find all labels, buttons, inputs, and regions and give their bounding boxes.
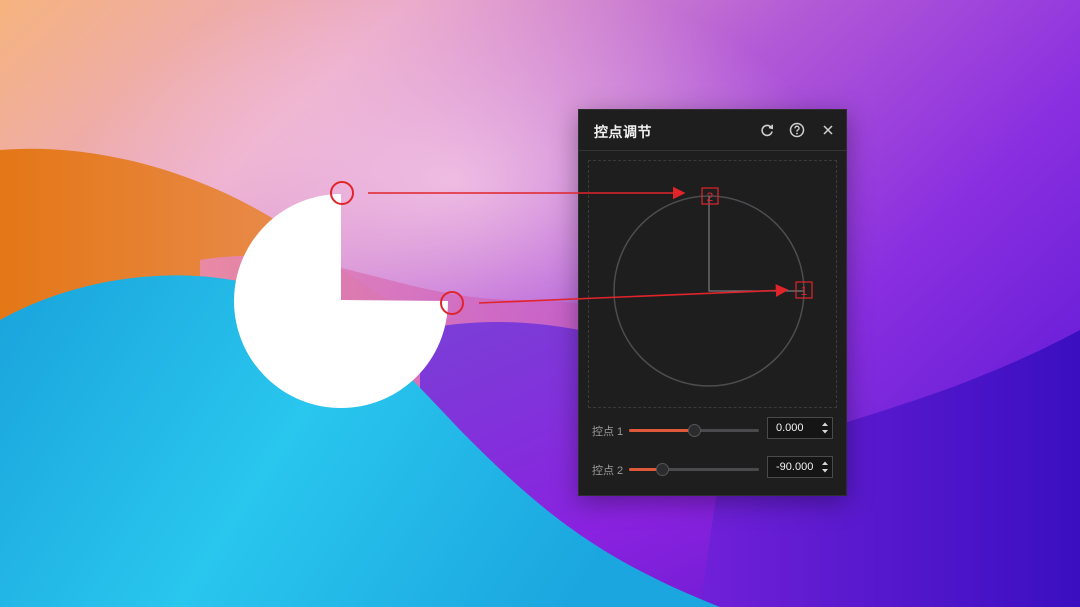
panel-title: 控点调节 [594,124,652,140]
control-2-value: -90.000 [776,461,814,473]
control-row-1: 控点 1 0.000 [579,417,846,443]
control-2-slider-thumb[interactable] [655,463,669,476]
refresh-icon[interactable] [758,121,776,139]
help-icon[interactable] [788,121,806,139]
control-2-label: 控点 2 [592,465,624,477]
handle-2-label: 2 [707,190,714,204]
handle-1-marker[interactable]: 1 [795,281,813,299]
handle-1-label: 1 [801,284,808,298]
desktop-wallpaper [0,0,1080,607]
control-1-slider-fill [629,429,694,432]
close-icon[interactable] [819,121,837,139]
control-point-panel: 控点调节 2 1 控点 1 0.000 控点 2 -90.000 [578,109,847,496]
panel-header: 控点调节 [579,110,846,151]
control-point-canvas: 2 1 [588,160,837,408]
control-1-label: 控点 1 [592,426,624,438]
control-1-value-input[interactable]: 0.000 [767,417,833,439]
control-1-slider[interactable] [629,424,759,437]
angle-preview: 2 1 [613,187,813,387]
control-row-2: 控点 2 -90.000 [579,456,846,482]
control-2-slider[interactable] [629,463,759,476]
control-1-value: 0.000 [776,422,804,434]
control-1-slider-thumb[interactable] [688,424,701,437]
spinner-arrows-icon[interactable] [821,420,829,436]
control-2-value-input[interactable]: -90.000 [767,456,833,478]
spinner-arrows-icon[interactable] [821,459,829,475]
